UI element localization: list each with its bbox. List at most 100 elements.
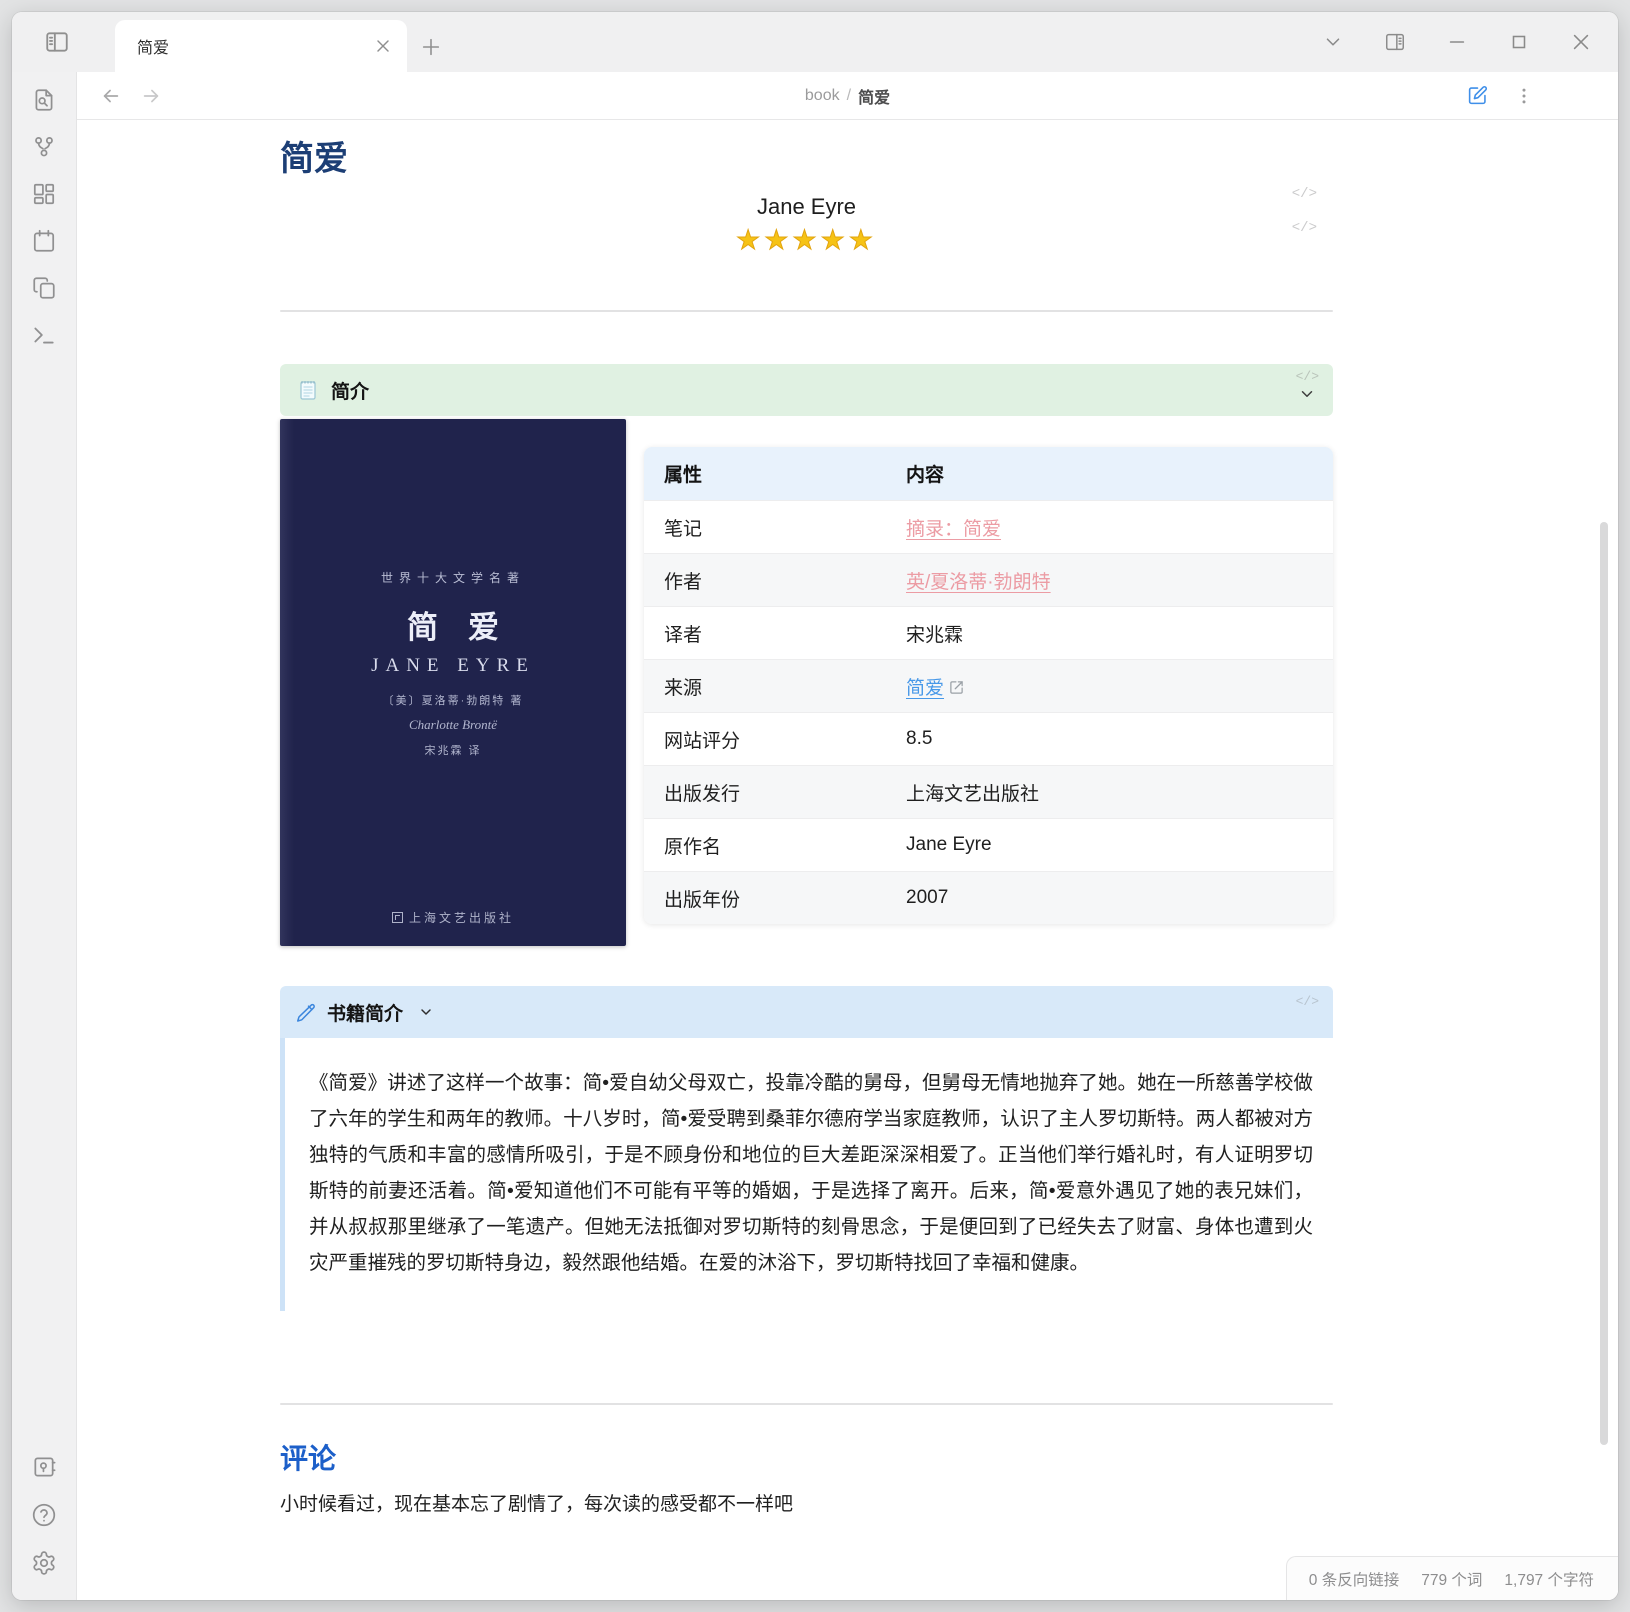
- settings-gear-icon[interactable]: [31, 1550, 57, 1576]
- char-count: 1,797 个字符: [1504, 1568, 1594, 1590]
- comment-text: 小时候看过，现在基本忘了剧情了，每次读的感受都不一样吧: [280, 1491, 1333, 1519]
- divider: [280, 310, 1333, 312]
- tab-list-chevron-icon[interactable]: [1322, 31, 1344, 53]
- attr-key: 译者: [644, 606, 886, 659]
- new-tab-icon[interactable]: [420, 36, 442, 58]
- comments-heading: 评论: [280, 1441, 1333, 1477]
- attr-key: 出版发行: [644, 765, 886, 818]
- book-subtitle: Jane Eyre: [280, 192, 1333, 222]
- cover-translator: 宋兆霖 译: [280, 742, 626, 758]
- col-header-value: 内容: [886, 447, 1333, 500]
- table-row: 来源 简爱: [644, 659, 1333, 712]
- book-cover-image: 世界十大文学名著 简爱 JANE EYRE 〔美〕夏洛蒂·勃朗特 著 Charl…: [280, 419, 626, 946]
- note-content-scroll: 简爱 Jane Eyre ★★★★★ </> </> 简介 </>: [77, 120, 1618, 1600]
- attr-value: Jane Eyre: [886, 818, 1333, 871]
- left-rail: [12, 72, 77, 1600]
- cover-author-cn: 〔美〕夏洛蒂·勃朗特 著: [280, 692, 626, 708]
- edit-block-icon[interactable]: </>: [1292, 220, 1317, 236]
- status-bar: 0 条反向链接 779 个词 1,797 个字符: [1286, 1556, 1618, 1600]
- attr-key: 原作名: [644, 818, 886, 871]
- table-row: 译者 宋兆霖: [644, 606, 1333, 659]
- attr-value: 上海文艺出版社: [886, 765, 1333, 818]
- cover-author-en: Charlotte Brontë: [280, 717, 626, 733]
- edit-block-icon[interactable]: </>: [1296, 994, 1319, 1009]
- rail-top-icons: [12, 72, 76, 348]
- publisher-logo-icon: [392, 912, 403, 923]
- main-pane: book / 简爱 简爱 Jane Eyre ★★★★★ </> </>: [77, 72, 1618, 1600]
- edit-block-icon[interactable]: </>: [1292, 186, 1317, 202]
- view-header: book / 简爱: [77, 72, 1618, 120]
- breadcrumb: book / 简爱: [77, 72, 1618, 120]
- tab-close-icon[interactable]: [373, 36, 393, 56]
- scrollbar-thumb[interactable]: [1600, 522, 1608, 1445]
- table-row: 原作名 Jane Eyre: [644, 818, 1333, 871]
- summary-callout-header[interactable]: 书籍简介 </>: [280, 986, 1333, 1038]
- divider: [280, 1403, 1333, 1405]
- word-count: 779 个词: [1421, 1568, 1482, 1590]
- intro-callout-header[interactable]: 简介 </>: [280, 364, 1333, 416]
- edit-block-icon[interactable]: </>: [1296, 369, 1319, 384]
- breadcrumb-page[interactable]: 简爱: [858, 84, 890, 108]
- right-sidebar-toggle-icon[interactable]: [1384, 31, 1406, 53]
- source-external-link[interactable]: 简爱: [906, 678, 944, 699]
- more-options-icon[interactable]: [1514, 86, 1534, 106]
- terminal-icon[interactable]: [31, 322, 57, 348]
- table-row: 作者 英/夏洛蒂·勃朗特: [644, 553, 1333, 606]
- cover-title-cn: 简爱: [280, 602, 626, 647]
- note-internal-link[interactable]: 摘录：简爱: [906, 519, 1001, 540]
- attr-key: 来源: [644, 659, 886, 712]
- col-header-key: 属性: [644, 447, 886, 500]
- external-link-icon[interactable]: [949, 680, 964, 695]
- table-row: 出版发行 上海文艺出版社: [644, 765, 1333, 818]
- layout-dashboard-icon[interactable]: [31, 181, 57, 207]
- table-row: 出版年份 2007: [644, 871, 1333, 924]
- summary-callout: 书籍简介 </> 《简爱》讲述了这样一个故事：简•爱自幼父母双亡，投靠冷酷的舅母…: [280, 986, 1333, 1311]
- attr-key: 笔记: [644, 500, 886, 553]
- window-controls: [1322, 31, 1592, 53]
- notepad-icon: [296, 378, 320, 402]
- attr-value: 摘录：简爱: [886, 500, 1333, 553]
- titlebar: 简爱: [12, 12, 1618, 72]
- page-title: 简爱: [280, 138, 1333, 180]
- backlinks-count[interactable]: 0 条反向链接: [1309, 1568, 1399, 1590]
- note-page: 简爱 Jane Eyre ★★★★★ </> </> 简介 </>: [280, 120, 1333, 1519]
- attr-value: 宋兆霖: [886, 606, 1333, 659]
- attr-key: 网站评分: [644, 712, 886, 765]
- summary-callout-title: 书籍简介: [327, 999, 403, 1026]
- rail-bottom-icons: [12, 1454, 76, 1576]
- file-search-icon[interactable]: [31, 87, 57, 113]
- attr-value: 2007: [886, 871, 1333, 924]
- attributes-table: 属性 内容 笔记 摘录：简爱 作者: [644, 447, 1333, 924]
- graph-icon[interactable]: [31, 134, 57, 160]
- author-internal-link[interactable]: 英/夏洛蒂·勃朗特: [906, 572, 1051, 593]
- maximize-icon[interactable]: [1508, 31, 1530, 53]
- copy-icon[interactable]: [31, 275, 57, 301]
- table-row: 笔记 摘录：简爱: [644, 500, 1333, 553]
- left-sidebar-toggle-icon[interactable]: [44, 29, 70, 55]
- vault-icon[interactable]: [31, 1454, 57, 1480]
- edit-mode-icon[interactable]: [1467, 85, 1488, 106]
- app-window: 简爱: [12, 12, 1618, 1600]
- cover-title-en: JANE EYRE: [280, 655, 626, 677]
- minimize-icon[interactable]: [1446, 31, 1468, 53]
- pencil-icon: [296, 1002, 316, 1022]
- intro-callout-content: 世界十大文学名著 简爱 JANE EYRE 〔美〕夏洛蒂·勃朗特 著 Charl…: [280, 419, 1333, 946]
- collapse-chevron-icon[interactable]: [418, 1004, 434, 1020]
- attr-key: 作者: [644, 553, 886, 606]
- help-icon[interactable]: [31, 1502, 57, 1528]
- table-row: 网站评分 8.5: [644, 712, 1333, 765]
- attr-value: 简爱: [886, 659, 1333, 712]
- cover-series-label: 世界十大文学名著: [280, 569, 626, 586]
- breadcrumb-folder[interactable]: book: [805, 87, 840, 105]
- collapse-chevron-icon[interactable]: [1298, 385, 1316, 403]
- attributes-table-wrap: 属性 内容 笔记 摘录：简爱 作者: [644, 447, 1333, 946]
- summary-callout-body: 《简爱》讲述了这样一个故事：简•爱自幼父母双亡，投靠冷酷的舅母，但舅母无情地抛弃…: [280, 1038, 1333, 1311]
- table-header-row: 属性 内容: [644, 447, 1333, 500]
- tab-title: 简爱: [137, 34, 373, 58]
- calendar-icon[interactable]: [31, 228, 57, 254]
- rating-stars: ★★★★★: [280, 224, 1333, 256]
- tab-jane-eyre[interactable]: 简爱: [115, 20, 407, 72]
- breadcrumb-separator: /: [847, 87, 851, 105]
- close-window-icon[interactable]: [1570, 31, 1592, 53]
- attr-key: 出版年份: [644, 871, 886, 924]
